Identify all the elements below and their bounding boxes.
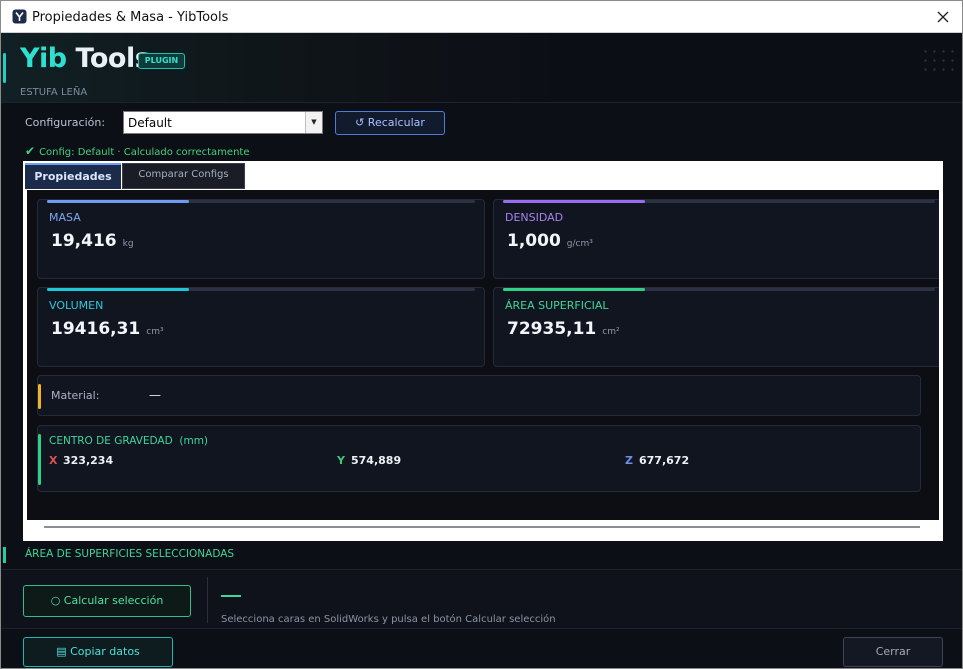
selection-hint: Selecciona caras en SolidWorks y pulsa e… <box>221 614 556 625</box>
tab-comparar-configs[interactable]: Comparar Configs <box>122 163 245 189</box>
cog-z-label: Z <box>625 454 633 467</box>
config-dropdown[interactable]: Default ▼ <box>123 111 323 134</box>
densidad-value: 1,000 <box>507 231 561 251</box>
cog-x-value: 323,234 <box>63 454 114 467</box>
area-card: ÁREA SUPERFICIAL 72935,11 cm² <box>493 287 939 367</box>
header-accent-bar <box>3 53 6 83</box>
tab-propiedades[interactable]: Propiedades <box>25 163 121 189</box>
area-progress-track <box>503 288 935 291</box>
propiedades-panel: MASA 19,416 kg DENSIDAD 1,000 g/cm³ VOLUME… <box>27 190 939 520</box>
volumen-unit: cm³ <box>146 327 164 337</box>
recalcular-button[interactable]: ↺ Recalcular <box>335 111 445 135</box>
brand-first: Yib <box>20 43 67 74</box>
status-message: ✔ Config: Default · Calculado correctamen… <box>25 144 250 158</box>
masa-value-row: 19,416 kg <box>51 231 134 251</box>
cog-accent <box>38 434 41 485</box>
area-unit: cm² <box>602 327 620 337</box>
plugin-badge: PLUGIN <box>138 53 185 69</box>
densidad-unit: g/cm³ <box>566 239 593 249</box>
app-window: Propiedades & Masa - YibTools Yib Tools … <box>0 0 963 669</box>
masa-label: MASA <box>49 211 81 224</box>
material-accent <box>38 384 41 409</box>
yibtools-app-icon <box>12 9 27 24</box>
densidad-value-row: 1,000 g/cm³ <box>507 231 593 251</box>
masa-progress-fill <box>47 200 189 203</box>
volumen-value-row: 19416,31 cm³ <box>51 319 164 339</box>
densidad-label: DENSIDAD <box>505 211 564 224</box>
material-row: Material: — <box>37 375 921 416</box>
selection-section-title: ÁREA DE SUPERFICIES SELECCIONADAS <box>25 548 235 560</box>
area-value-row: 72935,11 cm² <box>507 319 620 339</box>
cog-y-value: 574,889 <box>351 454 402 467</box>
cog-y-label: Y <box>337 454 345 467</box>
window-close-icon[interactable] <box>933 7 953 27</box>
masa-card: MASA 19,416 kg <box>37 199 485 279</box>
area-progress-fill <box>503 288 645 291</box>
cog-z-value: 677,672 <box>639 454 690 467</box>
brand-logo: Yib Tools <box>20 43 151 74</box>
cog-x-label: X <box>49 454 58 467</box>
masa-value: 19,416 <box>51 231 117 251</box>
selection-result-placeholder <box>221 595 241 597</box>
cerrar-button[interactable]: Cerrar <box>843 637 943 667</box>
densidad-progress-track <box>503 200 935 203</box>
title-bar: Propiedades & Masa - YibTools <box>1 1 962 33</box>
horizontal-scrollbar[interactable] <box>44 526 920 528</box>
volumen-progress-fill <box>47 288 189 291</box>
config-selected-value: Default <box>128 116 172 130</box>
volumen-card: VOLUMEN 19416,31 cm³ <box>37 287 485 367</box>
densidad-card: DENSIDAD 1,000 g/cm³ <box>493 199 939 279</box>
masa-progress-track <box>47 200 475 203</box>
status-text: Config: Default · Calculado correctament… <box>39 147 250 158</box>
cog-title: CENTRO DE GRAVEDAD (mm) <box>49 435 209 447</box>
material-label: Material: <box>51 389 100 402</box>
part-name: ESTUFA LEÑA <box>20 87 88 98</box>
area-value: 72935,11 <box>507 319 597 339</box>
area-label: ÁREA SUPERFICIAL <box>505 299 609 312</box>
window-title: Propiedades & Masa - YibTools <box>32 10 229 25</box>
dot-grid-decoration <box>921 47 957 73</box>
calcular-seleccion-button[interactable]: ○ Calcular selección <box>23 585 191 617</box>
selection-accent <box>3 547 6 563</box>
volumen-label: VOLUMEN <box>49 299 104 312</box>
check-icon: ✔ <box>25 144 36 158</box>
centro-gravedad-row: CENTRO DE GRAVEDAD (mm) X 323,234 Y 574,… <box>37 425 921 492</box>
copiar-datos-button[interactable]: ▤ Copiar datos <box>23 637 173 667</box>
volumen-progress-track <box>47 288 475 291</box>
densidad-progress-fill <box>503 200 645 203</box>
material-value: — <box>149 388 161 402</box>
config-label: Configuración: <box>25 116 106 129</box>
volumen-value: 19416,31 <box>51 319 141 339</box>
dropdown-arrow-icon[interactable]: ▼ <box>305 112 322 133</box>
selection-divider <box>207 577 208 623</box>
masa-unit: kg <box>122 239 134 249</box>
